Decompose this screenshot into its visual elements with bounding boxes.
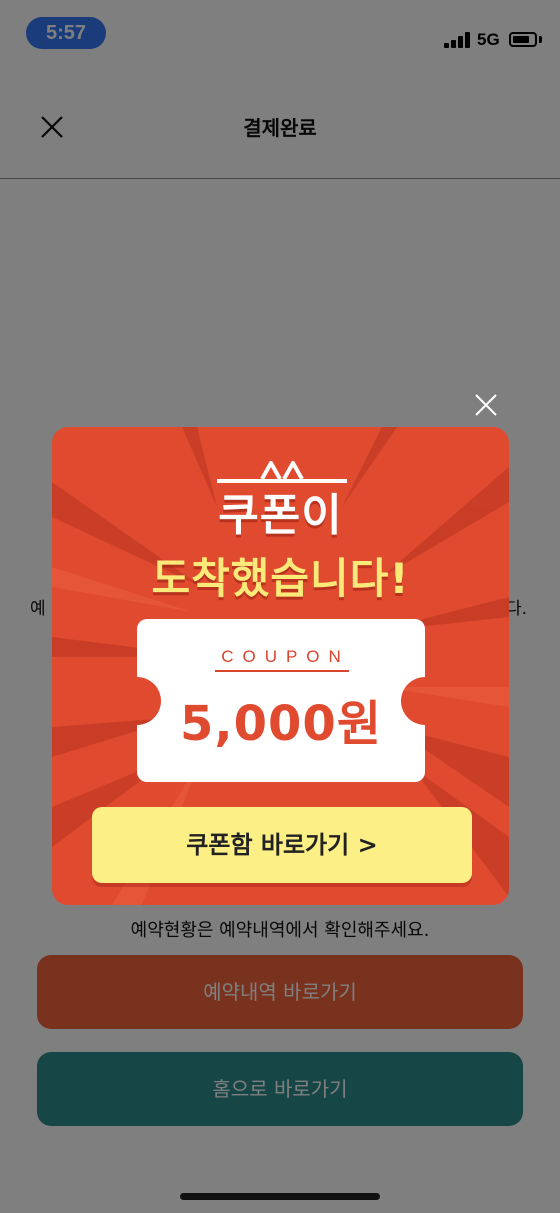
coupon-popup: 쿠폰이 도착했습니다! COUPON 5,000원 쿠폰함 바로가기 > bbox=[52, 427, 509, 905]
popup-headline-2: 도착했습니다! bbox=[151, 554, 410, 603]
coupon-ticket: COUPON 5,000원 bbox=[137, 619, 425, 782]
go-to-coupon-box-button[interactable]: 쿠폰함 바로가기 > bbox=[92, 807, 472, 883]
coupon-label-underline bbox=[215, 670, 349, 672]
popup-close-icon[interactable] bbox=[472, 391, 500, 419]
coupon-amount: 5,000원 bbox=[180, 696, 382, 752]
home-indicator[interactable] bbox=[180, 1193, 380, 1200]
coupon-label: COUPON bbox=[221, 647, 350, 666]
popup-headline-1: 쿠폰이 bbox=[218, 490, 343, 541]
